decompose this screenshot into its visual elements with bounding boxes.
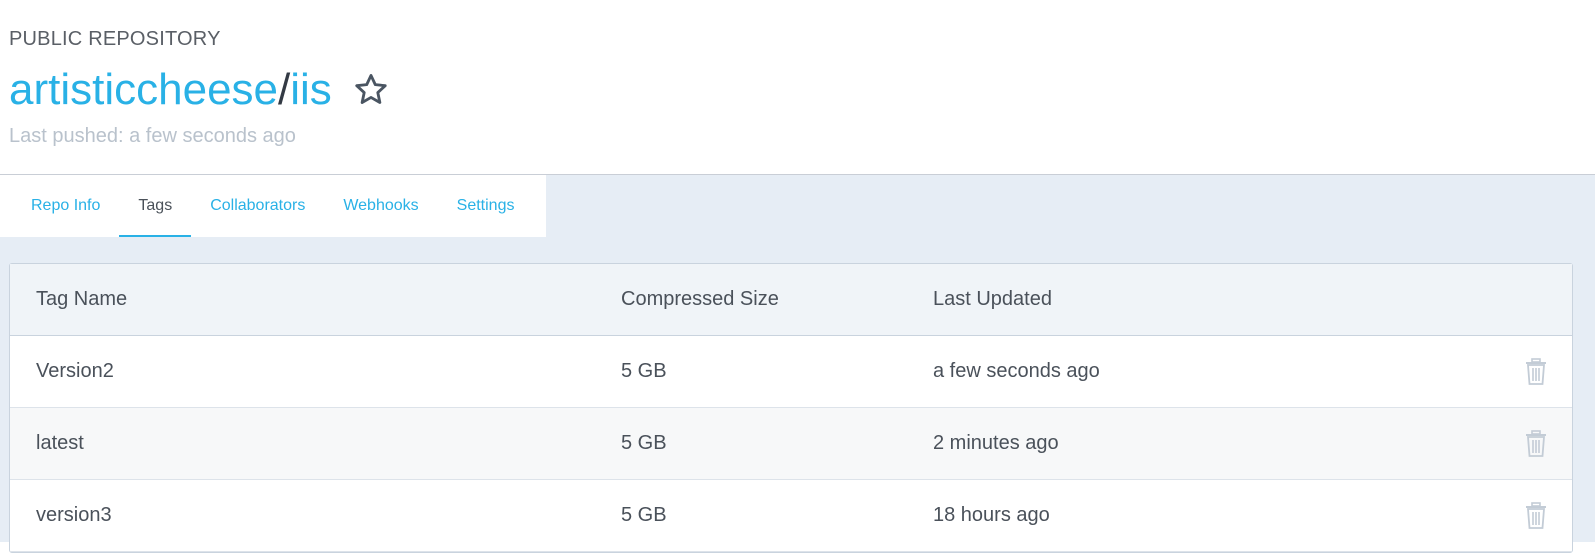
size-cell: 5 GB — [621, 360, 667, 382]
star-icon[interactable] — [350, 69, 392, 111]
tab-tags[interactable]: Tags — [119, 175, 192, 237]
updated-cell: a few seconds ago — [933, 360, 1100, 382]
tab-collaborators[interactable]: Collaborators — [191, 175, 324, 237]
tabs-bar-background: Repo Info Tags Collaborators Webhooks Se… — [0, 175, 1595, 237]
trash-icon[interactable] — [1524, 429, 1548, 458]
repo-header: PUBLIC REPOSITORY artisticcheese / iis L… — [0, 0, 1595, 175]
tab-settings[interactable]: Settings — [438, 175, 534, 237]
header-tag-name: Tag Name — [36, 288, 128, 310]
tags-content: Tag Name Compressed Size Last Updated Ve… — [0, 237, 1595, 553]
tag-name-cell: Version2 — [36, 360, 114, 382]
table-row: version3 5 GB 18 hours ago — [10, 480, 1572, 552]
table-header: Tag Name Compressed Size Last Updated — [10, 264, 1572, 336]
tab-repo-info[interactable]: Repo Info — [12, 175, 119, 237]
repo-visibility-label: PUBLIC REPOSITORY — [9, 28, 221, 50]
updated-cell: 18 hours ago — [933, 504, 1050, 526]
updated-cell: 2 minutes ago — [933, 432, 1059, 454]
repo-owner-link[interactable]: artisticcheese — [9, 64, 278, 116]
header-compressed-size: Compressed Size — [621, 288, 779, 310]
repo-title-separator: / — [278, 65, 291, 114]
tab-webhooks[interactable]: Webhooks — [324, 175, 437, 237]
tag-name-cell: latest — [36, 432, 84, 454]
table-row: latest 5 GB 2 minutes ago — [10, 408, 1572, 480]
header-last-updated: Last Updated — [933, 288, 1052, 310]
repo-name-link[interactable]: iis — [290, 64, 332, 116]
repo-title: artisticcheese / iis — [9, 64, 392, 116]
size-cell: 5 GB — [621, 432, 667, 454]
table-row: Version2 5 GB a few seconds ago — [10, 336, 1572, 408]
trash-icon[interactable] — [1524, 501, 1548, 530]
last-pushed-text: Last pushed: a few seconds ago — [9, 125, 296, 147]
repo-tabs: Repo Info Tags Collaborators Webhooks Se… — [0, 175, 546, 237]
size-cell: 5 GB — [621, 504, 667, 526]
tag-name-cell: version3 — [36, 504, 112, 526]
trash-icon[interactable] — [1524, 357, 1548, 386]
tags-table: Tag Name Compressed Size Last Updated Ve… — [9, 263, 1573, 553]
